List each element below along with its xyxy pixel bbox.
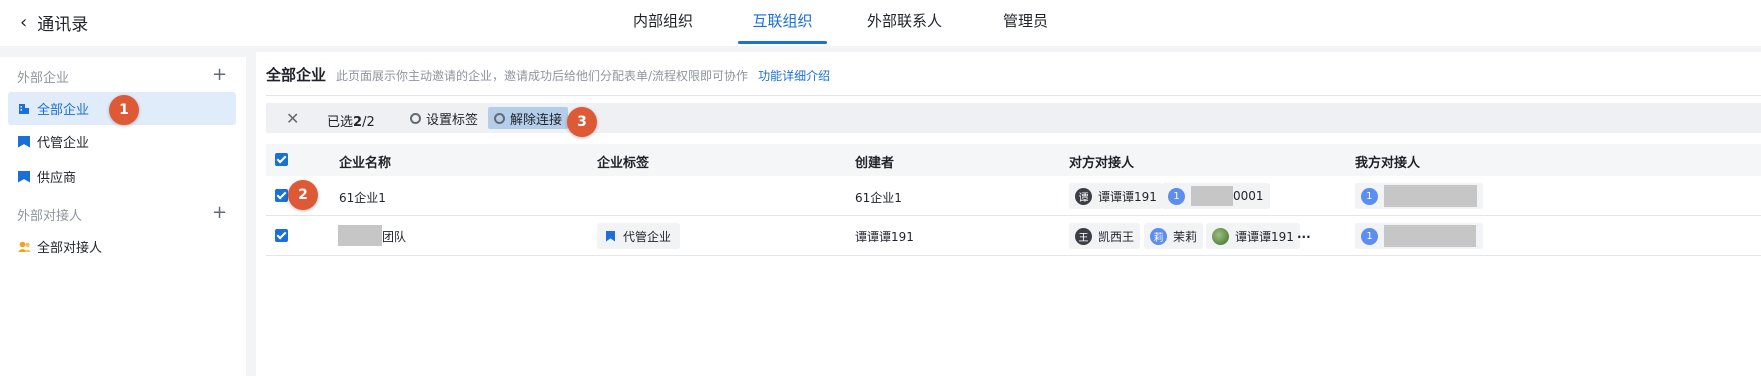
- enterprise-name[interactable]: 团队: [382, 228, 406, 245]
- contact-name: 谭谭谭191: [1235, 229, 1294, 244]
- more-contacts-ellipsis[interactable]: ...: [1297, 227, 1311, 241]
- sidebar-item-label: 全部对接人: [37, 241, 103, 256]
- sidebar-item-all-contacts[interactable]: 全部对接人: [8, 230, 236, 263]
- peer-contact-chip[interactable]: 1 0001: [1162, 183, 1270, 209]
- annotation-marker: 3: [567, 107, 597, 137]
- bookmark-icon: [606, 230, 615, 242]
- creator: 谭谭谭191: [855, 230, 914, 244]
- redacted-block: [1191, 186, 1233, 206]
- top-bar: ‹ 通讯录 内部组织 互联组织 外部联系人 管理员: [0, 0, 1761, 46]
- sidebar-item-suppliers[interactable]: 供应商: [8, 160, 236, 193]
- feature-intro-link[interactable]: 功能详细介绍: [758, 67, 830, 84]
- sidebar-item-managed-enterprises[interactable]: 代管企业: [8, 125, 236, 158]
- column-header: 创建者: [855, 156, 895, 171]
- avatar: 王: [1075, 227, 1092, 245]
- bulk-action-toolbar: ✕ 已选2/2 设置标签 解除连接: [266, 103, 1761, 133]
- sidebar-item-label: 代管企业: [37, 136, 90, 151]
- sidebar-item-label: 全部企业: [37, 103, 90, 118]
- page-title: 通讯录: [37, 14, 89, 35]
- avatar: 1: [1168, 187, 1185, 205]
- annotation-marker: 1: [109, 95, 139, 125]
- gear-icon: [410, 112, 421, 124]
- contact-name: 0001: [1233, 189, 1264, 203]
- row-checkbox[interactable]: [275, 229, 288, 242]
- tab-admin[interactable]: 管理员: [1003, 0, 1048, 46]
- contact-name: 茉莉: [1173, 229, 1198, 244]
- peer-contact-chip[interactable]: 谭谭谭191: [1206, 223, 1300, 249]
- table-row[interactable]: 61企业1 61企业1 谭 谭谭谭191 1 0001 1: [266, 176, 1761, 216]
- tab-internal-org[interactable]: 内部组织: [633, 0, 693, 46]
- people-icon: [18, 241, 31, 253]
- peer-contact-chip[interactable]: 王 凯西王: [1069, 223, 1141, 249]
- peer-contact-chip[interactable]: 莉 茉莉: [1144, 223, 1204, 249]
- our-contact-chip[interactable]: 1: [1355, 223, 1483, 249]
- sidebar-item-label: 供应商: [37, 171, 77, 186]
- redacted-block: [1383, 185, 1477, 207]
- section-description: 此页面展示你主动邀请的企业，邀请成功后给他们分配表单/流程权限即可协作: [336, 69, 749, 83]
- annotation-marker: 2: [288, 180, 318, 210]
- column-header: 企业名称: [339, 156, 392, 171]
- enterprise-name[interactable]: 61企业1: [339, 189, 386, 206]
- column-header: 我方对接人: [1355, 156, 1421, 171]
- creator: 61企业1: [855, 191, 902, 205]
- column-header: 对方对接人: [1069, 156, 1135, 171]
- table-row[interactable]: 团队 代管企业 谭谭谭191 王 凯西王 莉 茉莉 谭谭谭191 ... 1: [266, 216, 1761, 256]
- add-contact-icon[interactable]: +: [212, 204, 227, 222]
- sidebar-group-external-contacts: 外部对接人: [17, 209, 83, 224]
- contact-name: 凯西王: [1098, 229, 1135, 244]
- avatar: 莉: [1150, 227, 1167, 245]
- selection-count: 已选2/2: [327, 115, 375, 130]
- avatar: 1: [1361, 187, 1378, 205]
- row-checkbox[interactable]: [275, 189, 288, 202]
- title-row: 全部企业 此页面展示你主动邀请的企业，邀请成功后给他们分配表单/流程权限即可协作…: [266, 64, 830, 85]
- divider: [266, 95, 1761, 96]
- our-contact-chip[interactable]: 1: [1355, 183, 1483, 209]
- avatar: 1: [1361, 227, 1378, 245]
- chevron-left-icon: ‹: [20, 11, 28, 33]
- peer-contact-chip[interactable]: 谭 谭谭谭191: [1069, 183, 1163, 209]
- tab-external-contacts[interactable]: 外部联系人: [867, 0, 942, 46]
- main-panel: 全部企业 此页面展示你主动邀请的企业，邀请成功后给他们分配表单/流程权限即可协作…: [256, 52, 1761, 376]
- section-title: 全部企业: [266, 66, 327, 84]
- close-icon[interactable]: ✕: [286, 109, 299, 128]
- back-button[interactable]: ‹ 通讯录: [20, 9, 88, 35]
- select-all-checkbox[interactable]: [275, 153, 288, 166]
- column-header: 企业标签: [597, 156, 650, 171]
- bookmark-icon: [18, 170, 30, 183]
- set-tag-button[interactable]: 设置标签: [404, 107, 484, 129]
- disconnect-button[interactable]: 解除连接: [488, 107, 569, 129]
- add-enterprise-icon[interactable]: +: [212, 66, 227, 84]
- enterprise-tag: 代管企业: [597, 223, 681, 249]
- table-header: 企业名称 企业标签 创建者 对方对接人 我方对接人: [266, 144, 1761, 176]
- sidebar-group-external-enterprise: 外部企业: [17, 71, 70, 86]
- redacted-block: [1384, 225, 1476, 247]
- bookmark-icon: [18, 135, 30, 148]
- building-icon: [18, 103, 30, 115]
- gear-icon: [494, 112, 505, 124]
- contact-name: 谭谭谭191: [1098, 189, 1157, 204]
- tab-connected-org[interactable]: 互联组织: [738, 0, 827, 46]
- redacted-block: [338, 225, 382, 246]
- avatar: [1212, 227, 1229, 245]
- avatar: 谭: [1075, 187, 1092, 205]
